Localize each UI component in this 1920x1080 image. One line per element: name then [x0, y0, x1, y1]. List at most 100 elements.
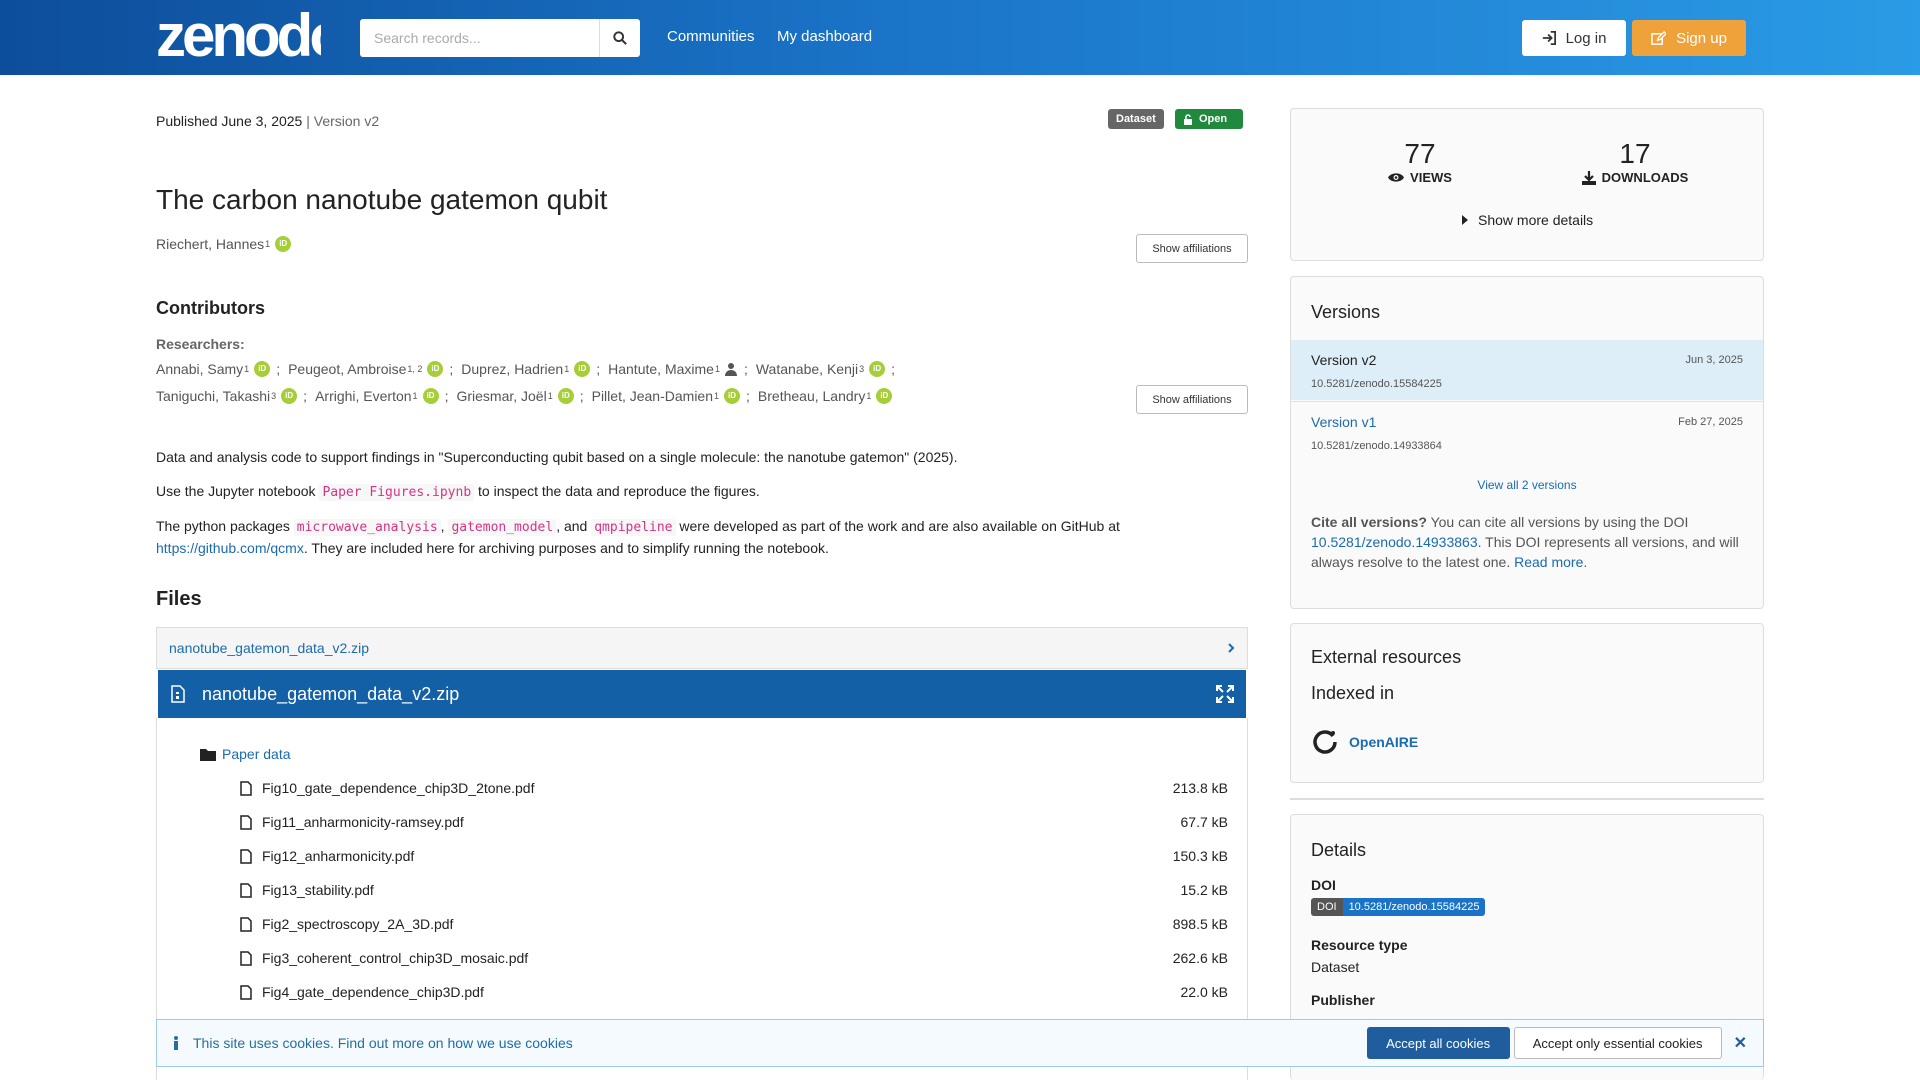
edit-icon: [1651, 30, 1667, 45]
folder-item[interactable]: Paper data: [200, 746, 291, 762]
description-paragraph: Data and analysis code to support findin…: [156, 449, 958, 465]
doi-badge[interactable]: DOI 10.5281/zenodo.15584225: [1311, 898, 1486, 916]
files-accordion-header[interactable]: nanotube_gatemon_data_v2.zip: [156, 627, 1248, 669]
contributor-name[interactable]: Pillet, Jean-Damien: [592, 388, 713, 404]
read-more-link[interactable]: Read more.: [1514, 554, 1587, 570]
download-icon: [1581, 170, 1596, 185]
contributor-name[interactable]: Bretheau, Landry: [758, 388, 865, 404]
affiliation-number: 3: [271, 391, 277, 401]
orcid-icon[interactable]: iD: [869, 361, 886, 377]
downloads-count: 17: [1619, 138, 1651, 169]
creator[interactable]: Riechert, Hannes 1 iD: [156, 236, 292, 252]
search-input[interactable]: [360, 19, 599, 57]
contributor[interactable]: Hantute, Maxime 1: [608, 361, 738, 377]
accept-all-cookies-button[interactable]: Accept all cookies: [1366, 1027, 1510, 1059]
cookie-policy-link[interactable]: how we use cookies: [447, 1035, 572, 1051]
contributor[interactable]: Arrighi, Everton 1 iD: [315, 388, 439, 404]
orcid-icon[interactable]: iD: [254, 361, 271, 377]
access-status-badge: Open: [1175, 109, 1243, 129]
separator: ;: [746, 388, 750, 404]
show-contributor-affiliations-button[interactable]: Show affiliations: [1136, 385, 1248, 414]
cookie-message: This site uses cookies. Find out more on: [193, 1035, 448, 1051]
affiliation-number: 1: [547, 391, 553, 401]
unlock-icon: [1184, 113, 1192, 125]
contributor[interactable]: Bretheau, Landry 1 iD: [758, 388, 893, 404]
contributor-name[interactable]: Peugeot, Ambroise: [288, 361, 406, 377]
contributor[interactable]: Duprez, Hadrien 1 iD: [461, 361, 591, 377]
expand-icon[interactable]: [1216, 685, 1234, 703]
orcid-icon[interactable]: iD: [427, 361, 444, 377]
openaire-label[interactable]: OpenAIRE: [1349, 734, 1418, 750]
file-row: Fig3_coherent_control_chip3D_mosaic.pdf …: [240, 950, 1228, 966]
folder-name[interactable]: Paper data: [222, 746, 291, 762]
show-more-details[interactable]: Show more details: [1462, 212, 1593, 228]
version-name[interactable]: Version v1: [1311, 414, 1376, 430]
description-text: , and: [556, 518, 592, 534]
orcid-icon[interactable]: iD: [557, 388, 574, 404]
user-icon: [724, 363, 737, 376]
view-all-versions-link[interactable]: View all 2 versions: [1477, 478, 1576, 492]
contributor[interactable]: Watanabe, Kenji 3 iD: [756, 361, 886, 377]
description-text: to inspect the data and reproduce the fi…: [474, 483, 760, 499]
contributor-name[interactable]: Hantute, Maxime: [608, 361, 714, 377]
accept-essential-cookies-button[interactable]: Accept only essential cookies: [1513, 1027, 1722, 1059]
contributor[interactable]: Annabi, Samy 1 iD: [156, 361, 271, 377]
zenodo-logo[interactable]: zenodo: [156, 6, 321, 64]
close-icon[interactable]: ✕: [1734, 1033, 1747, 1053]
separator: ;: [596, 361, 601, 377]
contributor[interactable]: Griesmar, Joël 1 iD: [456, 388, 574, 404]
external-resources-heading: External resources: [1311, 647, 1462, 667]
show-more-label: Show more details: [1478, 212, 1594, 228]
file-size: 67.7 kB: [1180, 814, 1228, 830]
orcid-icon[interactable]: iD: [876, 388, 893, 404]
orcid-icon[interactable]: iD: [724, 388, 741, 404]
view-all-versions: View all 2 versions: [1291, 478, 1763, 492]
contributor-name[interactable]: Taniguchi, Takashi: [156, 388, 270, 404]
signup-button[interactable]: Sign up: [1632, 20, 1746, 56]
cite-label: Cite all versions?: [1311, 514, 1427, 530]
contributor[interactable]: Peugeot, Ambroise 1, 2 iD: [288, 361, 444, 377]
github-link[interactable]: https://github.com/qcmx: [156, 540, 304, 556]
version-item[interactable]: Version v2 10.5281/zenodo.15584225 Jun 3…: [1291, 340, 1763, 400]
description-text: The python packages: [156, 518, 294, 534]
search-button[interactable]: [599, 19, 640, 57]
description-text: . They are included here for archiving p…: [303, 540, 829, 556]
creator-name[interactable]: Riechert, Hannes: [156, 236, 264, 252]
file-size: 898.5 kB: [1172, 916, 1228, 932]
orcid-icon[interactable]: iD: [574, 361, 591, 377]
orcid-icon[interactable]: iD: [275, 236, 292, 252]
resource-type-badge: Dataset: [1108, 109, 1164, 129]
contributor-name[interactable]: Annabi, Samy: [156, 361, 243, 377]
orcid-icon[interactable]: iD: [422, 388, 439, 404]
contributor[interactable]: Pillet, Jean-Damien 1 iD: [592, 388, 741, 404]
affiliation-number: 1: [265, 239, 271, 249]
file-row: Fig13_stability.pdf 15.2 kB: [240, 882, 1228, 898]
nav-my-dashboard[interactable]: My dashboard: [777, 28, 872, 45]
openaire-link[interactable]: OpenAIRE: [1311, 728, 1418, 756]
folder-icon: [200, 748, 216, 761]
resource-type-badge-label: Dataset: [1116, 113, 1156, 125]
info-icon: [174, 1036, 178, 1050]
concept-doi-link[interactable]: 10.5281/zenodo.14933863: [1311, 534, 1478, 550]
details-heading: Details: [1311, 840, 1367, 860]
contributor-name[interactable]: Arrighi, Everton: [315, 388, 411, 404]
affiliation-number: 1: [714, 391, 720, 401]
sign-in-icon: [1542, 31, 1556, 45]
contributor-name[interactable]: Griesmar, Joël: [456, 388, 546, 404]
description-paragraph: Use the Jupyter notebook Paper Figures.i…: [156, 481, 1246, 503]
contributor-name[interactable]: Duprez, Hadrien: [461, 361, 563, 377]
separator: ;: [303, 388, 308, 404]
version-name[interactable]: Version v2: [1311, 352, 1376, 368]
contributor-name[interactable]: Watanabe, Kenji: [756, 361, 858, 377]
version-label: | Version v2: [302, 113, 380, 129]
login-button[interactable]: Log in: [1522, 20, 1626, 56]
nav-communities[interactable]: Communities: [667, 28, 755, 45]
archive-title: nanotube_gatemon_data_v2.zip: [202, 683, 460, 704]
contributor[interactable]: Taniguchi, Takashi 3 iD: [156, 388, 298, 404]
version-item[interactable]: Version v1 10.5281/zenodo.14933864 Feb 2…: [1291, 401, 1763, 461]
show-affiliations-button[interactable]: Show affiliations: [1136, 234, 1248, 263]
orcid-icon[interactable]: iD: [281, 388, 298, 404]
doi-badge-key: DOI: [1311, 898, 1343, 916]
archive-link[interactable]: nanotube_gatemon_data_v2.zip: [169, 640, 369, 656]
file-size: 15.2 kB: [1180, 882, 1228, 898]
